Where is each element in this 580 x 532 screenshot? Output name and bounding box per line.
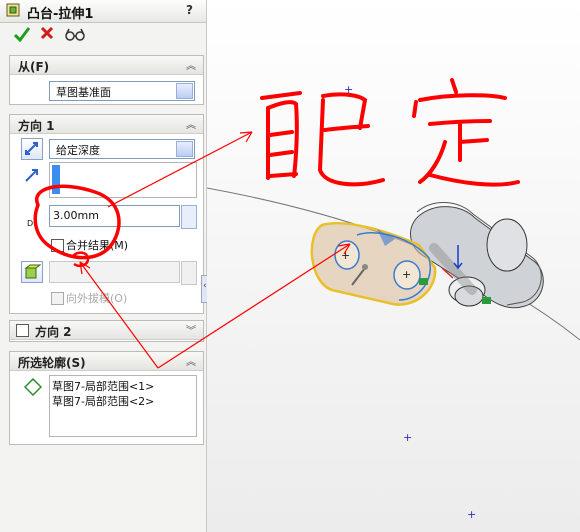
direction2-section: 方向 2 ︾ [9,320,204,342]
selected-contours-section: 所选轮廓(S) ︽ 草图7-局部范围<1> 草图7-局部范围<2> [9,351,204,445]
contours-list[interactable]: 草图7-局部范围<1> 草图7-局部范围<2> [49,375,197,437]
collapse-chevron-icon[interactable]: ︽ [186,353,196,368]
expand-chevron-icon[interactable]: ︾ [186,322,196,337]
list-item[interactable]: 草图7-局部范围<2> [52,393,154,409]
direction-vector-selection-box[interactable] [49,162,197,198]
draft-toggle-button[interactable] [21,261,43,283]
svg-text:+: + [341,249,350,262]
end-condition-value: 给定深度 [56,144,100,157]
svg-text:+: + [344,83,353,96]
reverse-direction-icon [25,142,38,155]
direction1-title: 方向 1 [18,119,55,133]
contour-diamond-icon [24,378,42,396]
preview-glasses-icon[interactable] [64,26,86,42]
draft-angle-input[interactable] [49,261,180,283]
draft-outward-label: 向外拔模(O) [66,292,128,305]
direction1-header[interactable]: 方向 1 ︽ [10,115,203,134]
help-button[interactable]: ? [186,3,193,17]
svg-text:+: + [402,268,411,281]
list-item[interactable]: 草图7-局部范围<1> [52,378,154,394]
chevron-down-icon[interactable] [176,141,193,157]
cancel-x-icon[interactable] [40,26,54,40]
ok-check-icon[interactable] [13,26,31,42]
merge-result-checkbox[interactable] [51,239,64,252]
property-manager-panel: 凸台-拉伸1 ? 从(F) ︽ 草图基准面 方向 1 ︽ 给定深度 D1 3.0… [0,0,212,532]
model-view[interactable]: + + + + + [207,0,580,532]
from-section: 从(F) ︽ 草图基准面 [9,55,204,105]
svg-text:+: + [403,431,412,444]
start-condition-select[interactable]: 草图基准面 [49,81,195,101]
depth-spinner[interactable] [181,205,197,229]
feature-title: 凸台-拉伸1 [27,7,94,22]
svg-text:+: + [467,508,476,521]
selected-contours-header[interactable]: 所选轮廓(S) ︽ [10,352,203,371]
draft-angle-spinner[interactable] [181,261,197,285]
direction2-checkbox[interactable] [16,324,29,337]
extrude-feature-icon [6,3,20,17]
direction2-title: 方向 2 [35,325,72,339]
selection-highlight [52,165,60,194]
depth-value: 3.00mm [53,209,99,222]
start-condition-value: 草图基准面 [56,86,111,99]
direction-vector-icon [25,169,38,182]
depth-input[interactable]: 3.00mm [49,205,180,227]
collapse-chevron-icon[interactable]: ︽ [186,57,196,72]
end-condition-select[interactable]: 给定深度 [49,139,195,159]
draft-outward-checkbox[interactable] [51,292,64,305]
reverse-direction-button[interactable] [21,138,43,160]
direction1-section: 方向 1 ︽ 给定深度 D1 3.00mm 合并结果(M) 向外拔模(O) [9,114,204,314]
pm-action-bar [0,22,206,48]
graphics-viewport[interactable]: + + + + + [207,0,580,532]
chevron-down-icon[interactable] [176,83,193,99]
merge-result-label: 合并结果(M) [66,239,129,252]
depth-label: D1 [27,219,39,228]
selected-contours-title: 所选轮廓(S) [18,356,86,370]
chain-link-part[interactable] [410,201,544,309]
direction2-header[interactable]: 方向 2 ︾ [10,321,203,340]
from-section-title: 从(F) [18,60,50,74]
collapse-chevron-icon[interactable]: ︽ [186,116,196,131]
from-section-header[interactable]: 从(F) ︽ [10,56,203,75]
draft-icon [24,264,42,279]
pm-title-bar: 凸台-拉伸1 ? [0,0,206,23]
